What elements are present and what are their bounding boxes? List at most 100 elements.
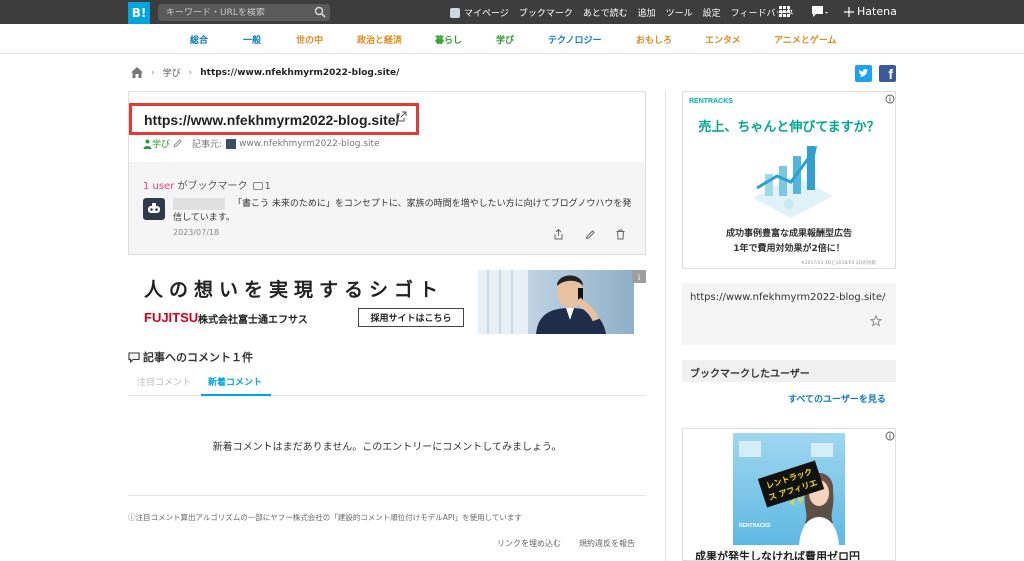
trash-icon[interactable]	[615, 229, 626, 240]
ad-company: 株式会社富士通エフサス	[198, 315, 308, 326]
entry-category[interactable]: 学び	[152, 137, 170, 150]
category-anime-game[interactable]: アニメとゲーム	[774, 33, 837, 46]
businessman-illustration	[478, 270, 606, 334]
category-world[interactable]: 世の中	[296, 33, 323, 46]
nav-settings[interactable]: 設定	[703, 6, 721, 19]
fujitsu-banner-ad[interactable]: 人の想いを実現するシゴト FUJITSU 株式会社富士通エフサス 採用サイトはこ…	[128, 270, 646, 334]
comment-count: 1	[264, 181, 271, 192]
see-all-users-link[interactable]: すべてのユーザーを見る	[788, 392, 886, 405]
entry-title[interactable]: https://www.nfekhmyrm2022-blog.site/	[144, 112, 399, 128]
ad-subtext-1: 成功事例豊富な成果報酬型広告	[725, 229, 852, 239]
comment-icon	[252, 182, 263, 190]
app-grid-icon[interactable]	[779, 6, 793, 18]
bookmarked-users-heading: ブックマークしたユーザー	[682, 360, 896, 382]
rentracks-affiliate-ad[interactable]: レントラックス アフィリエイト RENTRACKS 成果が発生しなければ費用ゼロ…	[682, 428, 896, 561]
breadcrumb-category[interactable]: 学び	[163, 66, 181, 79]
edit-icon[interactable]	[585, 229, 596, 240]
rentracks-logo: RENTRACKS	[689, 98, 733, 105]
facebook-icon: f	[888, 66, 893, 82]
category-entertainment[interactable]: エンタメ	[705, 33, 741, 46]
category-life[interactable]: 暮らし	[435, 33, 462, 46]
column-divider	[665, 91, 666, 561]
search-input[interactable]	[158, 7, 308, 18]
rentracks-sidebar-ad[interactable]: RENTRACKS 売上、ちゃんと伸びてますか？ 成功事例豊富な成果報酬型広告 …	[682, 91, 896, 269]
top-bar: B! マイページ ブックマーク あとで読む 追加 ツール 設定 フィードバック …	[0, 0, 1024, 24]
comment-tabs: 注目コメント 新着コメント	[128, 368, 646, 396]
recruit-site-button[interactable]: 採用サイトはこちら	[358, 308, 464, 327]
nav-add[interactable]: 追加	[638, 6, 656, 19]
category-ippan[interactable]: 一般	[243, 33, 261, 46]
twitter-share-button[interactable]	[855, 65, 872, 82]
entry-summary-box: https://www.nfekhmyrm2022-blog.site/	[682, 283, 896, 345]
person-category-icon	[143, 139, 152, 149]
breadcrumb: › 学び › https://www.nfekhmyrm2022-blog.si…	[131, 66, 399, 79]
hatena-logo-icon	[844, 6, 854, 17]
growth-chart-illustration	[753, 146, 833, 218]
tab-popular-comments[interactable]: 注目コメント	[137, 375, 191, 388]
category-technology[interactable]: テクノロジー	[548, 33, 601, 46]
share-icon[interactable]	[553, 229, 564, 240]
hatena-bookmark-logo[interactable]: B!	[128, 2, 150, 24]
algorithm-note: ⓘ注目コメント算出アルゴリズムの一部にヤフー株式会社の「建設的コメント順位付けモ…	[128, 513, 522, 522]
hatena-brand[interactable]: Hatena	[844, 5, 897, 18]
ad-info-icon[interactable]: i	[632, 270, 646, 283]
empty-comments-message: 新着コメントはまだありません。このエントリーにコメントしてみましょう。	[212, 442, 562, 453]
bookmark-summary: 1 user がブックマーク 1 「書こう 未来のために」をコンセプトに、家族の時…	[129, 162, 645, 254]
report-link[interactable]: 規約違反を報告	[579, 538, 635, 549]
user-suffix: がブックマーク	[177, 181, 248, 192]
affiliate-ad-image: レントラックス アフィリエイト RENTRACKS	[733, 433, 845, 545]
businessman-photo	[478, 270, 634, 334]
twitter-icon	[858, 68, 869, 77]
nav-bookmark[interactable]: ブックマーク	[519, 6, 573, 19]
speech-bubble-icon	[128, 351, 140, 363]
category-fun[interactable]: おもしろ	[636, 33, 672, 46]
search-box[interactable]	[158, 4, 330, 21]
tab-new-comments[interactable]: 新着コメント	[208, 375, 262, 388]
ad-fineprint: ※2017/03 2Qと2018/03 2Qの比較	[801, 261, 876, 266]
nav-read-later[interactable]: あとで読む	[583, 6, 628, 19]
divider	[128, 495, 646, 496]
adchoices-icon[interactable]	[885, 431, 895, 441]
entry-meta: 学び 記事元: www.nfekhmyrm2022-blog.site	[143, 137, 380, 150]
entry-header: https://www.nfekhmyrm2022-blog.site/ 学び …	[129, 92, 645, 162]
notification-icon[interactable]	[812, 6, 828, 18]
search-icon[interactable]	[314, 6, 326, 18]
comments-heading: 記事へのコメント１件	[128, 349, 253, 365]
entry-title-link[interactable]: https://www.nfekhmyrm2022-blog.site/	[129, 103, 419, 135]
nav-tools[interactable]: ツール	[666, 6, 693, 19]
home-icon[interactable]	[131, 67, 143, 78]
embed-link[interactable]: リンクを埋め込む	[497, 538, 561, 549]
category-politics[interactable]: 政治と経済	[357, 33, 402, 46]
source-label: 記事元:	[192, 140, 223, 150]
ad-subtext-2: 1年で費用対効果が2倍に！	[733, 244, 845, 254]
entry-card: https://www.nfekhmyrm2022-blog.site/ 学び …	[128, 91, 646, 255]
fujitsu-logo: FUJITSU	[144, 310, 199, 325]
site-favicon-icon	[226, 138, 237, 149]
breadcrumb-current: https://www.nfekhmyrm2022-blog.site/	[200, 67, 400, 78]
ad-headline: 売上、ちゃんと伸びてますか？	[698, 120, 880, 135]
category-general[interactable]: 総合	[190, 33, 208, 46]
facebook-share-button[interactable]: f	[879, 65, 896, 82]
pencil-icon[interactable]	[173, 139, 182, 148]
chevron-right-icon: ›	[188, 67, 193, 78]
adchoices-icon[interactable]	[885, 94, 895, 104]
star-icon[interactable]	[870, 315, 882, 327]
user-avatar-icon	[148, 203, 160, 213]
user-count[interactable]: 1 user	[143, 181, 174, 192]
active-tab-indicator	[201, 394, 271, 396]
ad-copy: 人の想いを実現するシゴト	[144, 279, 445, 301]
external-link-icon[interactable]	[396, 111, 407, 122]
entry-source[interactable]: www.nfekhmyrm2022-blog.site	[239, 139, 380, 149]
sidebar-entry-url[interactable]: https://www.nfekhmyrm2022-blog.site/	[690, 292, 885, 303]
user-icon	[450, 8, 460, 18]
chevron-right-icon: ›	[151, 67, 155, 78]
top-nav: マイページ ブックマーク あとで読む 追加 ツール 設定 フィードバック	[450, 0, 803, 24]
bookmark-comment: 「書こう 未来のために」をコンセプトに、家族の時間を増やしたい方に向けてブログノ…	[173, 199, 632, 223]
comment-date[interactable]: 2023/07/18	[173, 228, 219, 237]
avatar[interactable]	[143, 198, 165, 220]
nav-mypage[interactable]: マイページ	[450, 6, 509, 19]
bookmark-users: 1 user がブックマーク 1	[143, 177, 271, 192]
ad-headline: 成果が発生しなければ費用ゼロ円	[695, 550, 860, 561]
category-knowledge[interactable]: 学び	[496, 33, 514, 46]
rentracks-logo: RENTRACKS	[739, 523, 771, 529]
